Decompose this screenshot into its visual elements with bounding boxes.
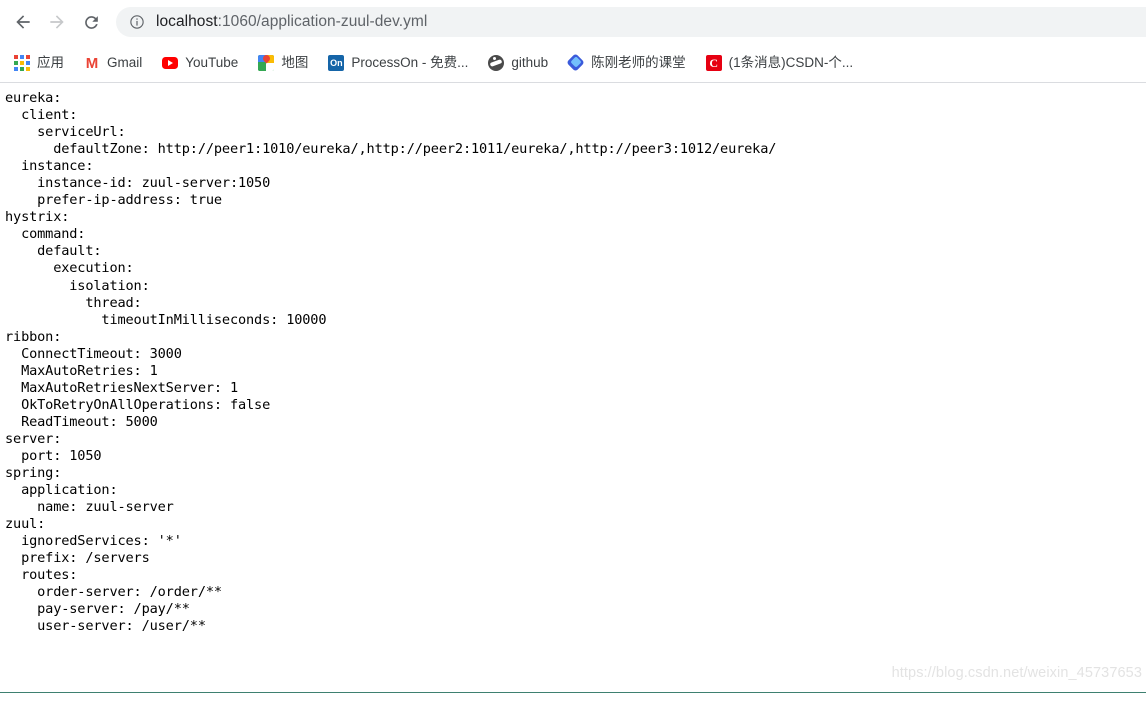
bookmark-csdn[interactable]: C (1条消息)CSDN-个... [704,50,863,76]
bookmark-apps[interactable]: 应用 [12,50,73,76]
back-button[interactable] [6,5,40,39]
bookmark-gmail[interactable]: M Gmail [82,50,151,76]
bookmarks-bar: 应用 M Gmail YouTube 地图 On ProcessOn - 免费.… [0,44,1146,83]
watermark: https://blog.csdn.net/weixin_45737653 [891,665,1142,681]
csdn-icon: C [705,55,722,71]
forward-arrow-icon [50,15,64,29]
google-maps-icon [258,55,275,71]
gmail-icon: M [85,54,99,72]
back-arrow-icon [16,15,30,29]
bookmark-youtube[interactable]: YouTube [160,50,247,76]
browser-toolbar: localhost:1060/application-zuul-dev.yml [0,0,1146,44]
bookmark-label: ProcessOn - 免费... [351,55,469,71]
blue-diamond-icon [566,53,585,72]
bookmark-label: (1条消息)CSDN-个... [728,55,854,71]
bookmark-label: 地图 [281,55,309,71]
bookmark-github[interactable]: github [486,50,557,76]
forward-button[interactable] [40,5,74,39]
processon-icon: On [328,55,345,71]
address-bar[interactable]: localhost:1060/application-zuul-dev.yml [116,7,1146,37]
bookmark-label: YouTube [185,55,239,71]
bookmark-maps[interactable]: 地图 [256,50,317,76]
bookmark-processon[interactable]: On ProcessOn - 免费... [326,50,477,76]
reload-button[interactable] [74,5,108,39]
bookmark-teacher-class[interactable]: 陈刚老师的课堂 [566,50,695,76]
bottom-divider [0,692,1146,693]
url-host: localhost [156,13,218,30]
info-circle-icon[interactable] [129,14,145,30]
reload-icon [84,15,98,29]
url-path: :1060/application-zuul-dev.yml [217,13,428,30]
bookmark-label: 陈刚老师的课堂 [591,55,686,71]
address-bar-url: localhost:1060/application-zuul-dev.yml [156,13,427,31]
github-icon [488,55,505,71]
youtube-icon [162,55,179,71]
bookmark-label: 应用 [37,55,64,71]
page-content: eureka: client: serviceUrl: defaultZone:… [0,83,1146,702]
bookmark-label: Gmail [107,55,143,71]
yaml-document: eureka: client: serviceUrl: defaultZone:… [5,90,777,635]
apps-grid-icon [14,55,30,71]
bookmark-label: github [511,55,549,71]
